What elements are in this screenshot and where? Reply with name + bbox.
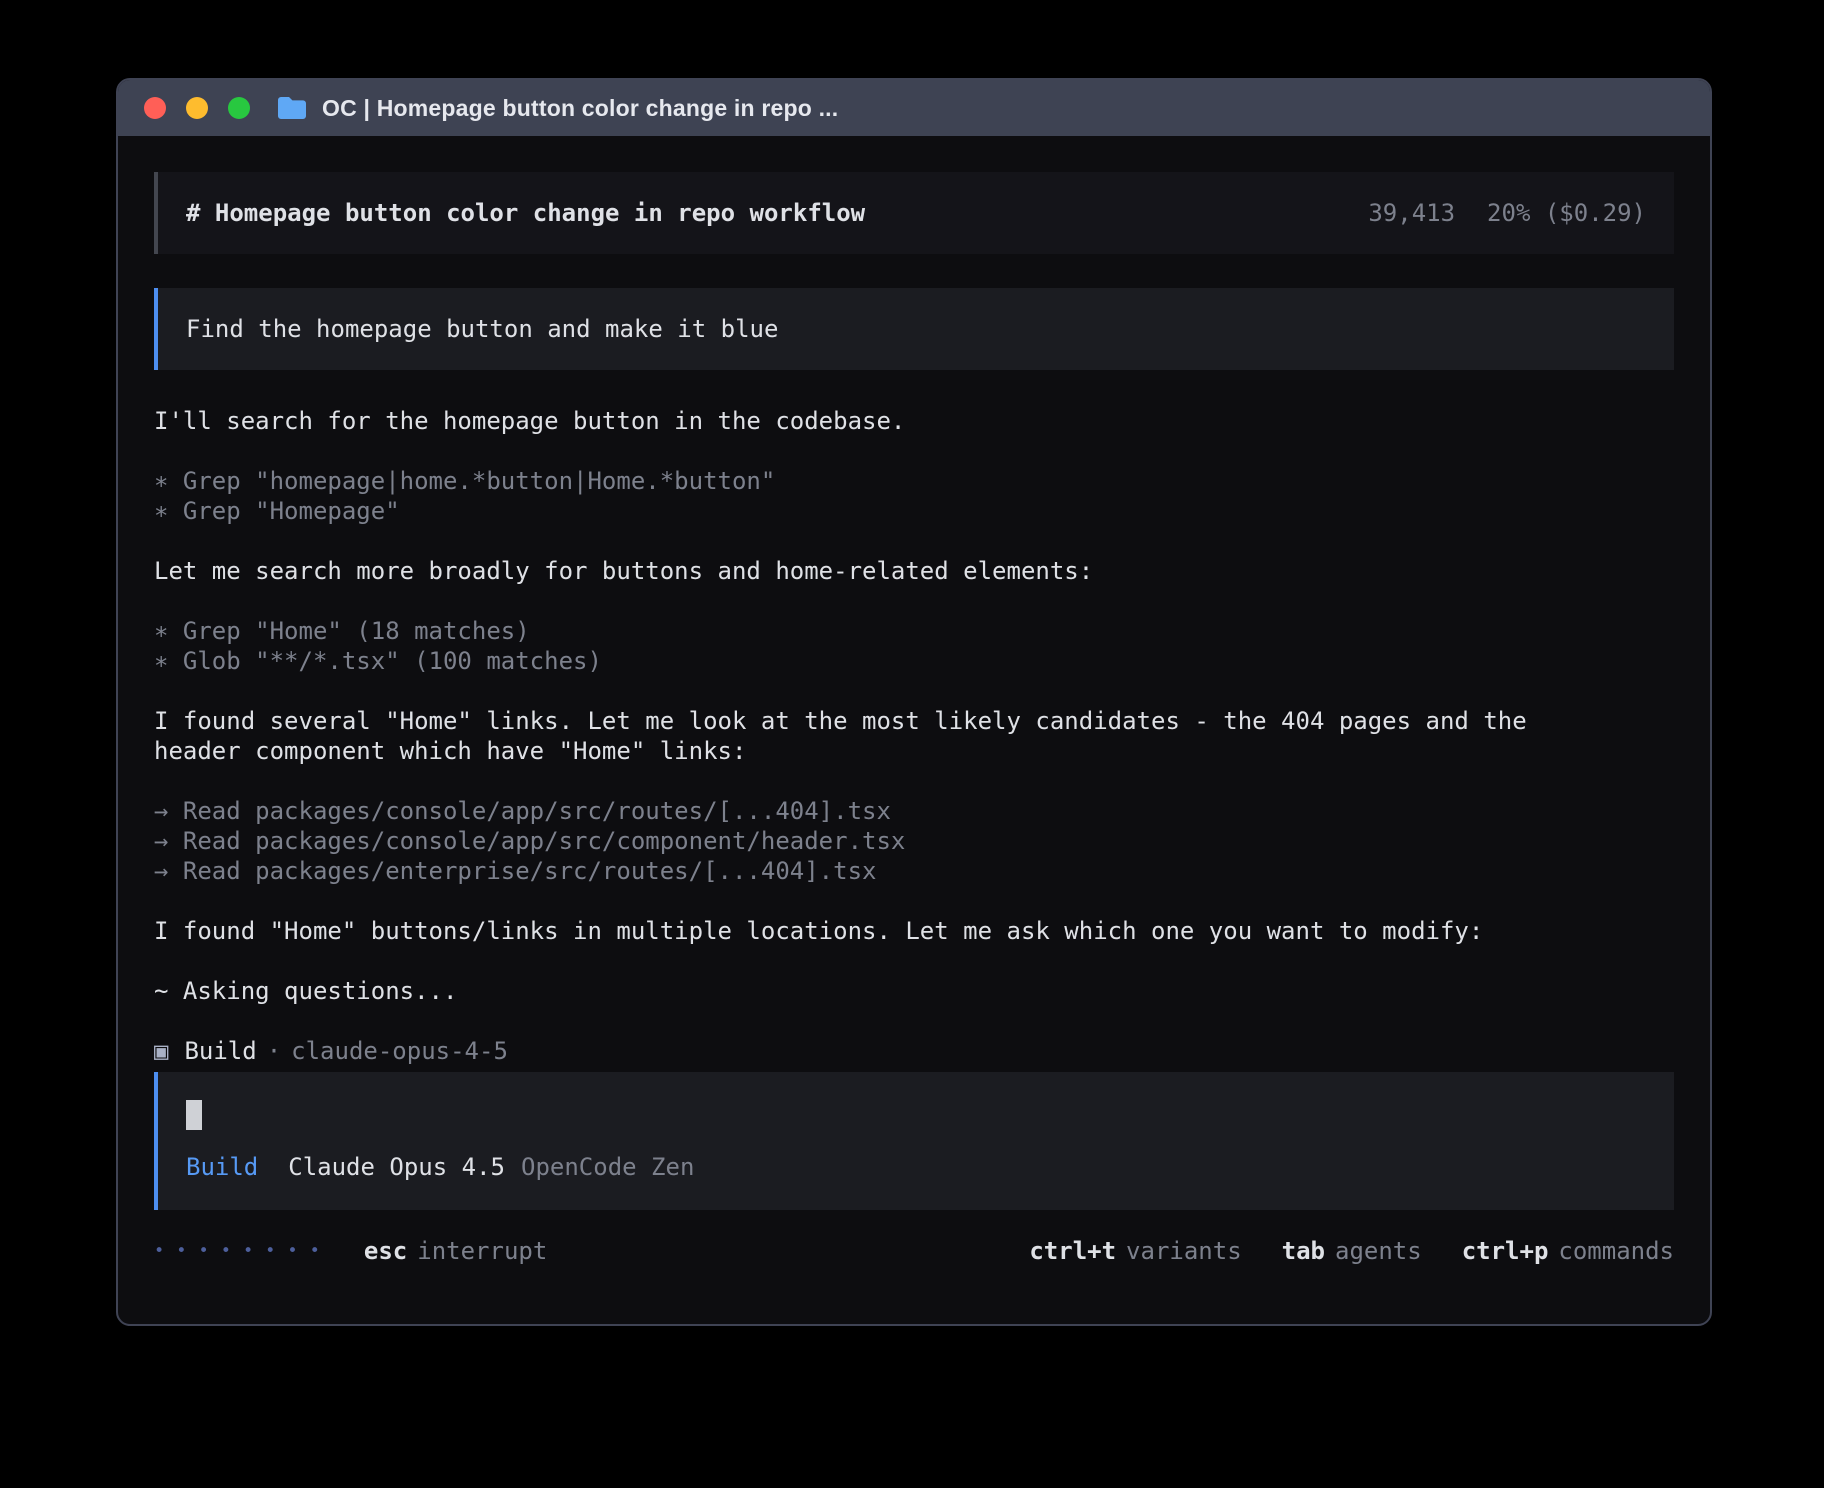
agent-name: Build: [184, 1037, 256, 1065]
read-file-line: → Read packages/enterprise/src/routes/[.…: [154, 856, 1674, 886]
shortcut-commands: ctrl+pcommands: [1462, 1236, 1674, 1266]
user-message: Find the homepage button and make it blu…: [154, 288, 1674, 370]
tool-call-line: ∗ Glob "**/*.tsx" (100 matches): [154, 646, 1674, 676]
tool-call-line: ∗ Grep "Homepage": [154, 496, 1674, 526]
esc-key: esc: [364, 1237, 407, 1265]
tool-call-group: → Read packages/console/app/src/routes/[…: [154, 796, 1674, 886]
terminal-window: OC | Homepage button color change in rep…: [116, 78, 1712, 1326]
session-stats: 39,413 20% ($0.29): [1368, 198, 1646, 228]
agent-icon: ▣: [154, 1037, 168, 1065]
shortcut-variants: ctrl+tvariants: [1029, 1236, 1241, 1266]
titlebar[interactable]: OC | Homepage button color change in rep…: [118, 80, 1710, 136]
terminal-content: # Homepage button color change in repo w…: [118, 136, 1710, 1294]
session-header: # Homepage button color change in repo w…: [154, 172, 1674, 254]
input-mode: Build: [186, 1153, 258, 1181]
tool-call-line: ∗ Grep "Home" (18 matches): [154, 616, 1674, 646]
spinner-dots: ••••••••: [154, 1236, 332, 1266]
agent-status-line: ▣ Build · claude-opus-4-5: [154, 1036, 1674, 1066]
status-bar: •••••••• esc interrupt ctrl+tvariants tab…: [154, 1236, 1674, 1266]
read-file-line: → Read packages/console/app/src/routes/[…: [154, 796, 1674, 826]
assistant-message: I found "Home" buttons/links in multiple…: [154, 916, 1674, 946]
input-line[interactable]: [186, 1100, 1646, 1130]
assistant-message: I'll search for the homepage button in t…: [154, 406, 1674, 436]
model-name: claude-opus-4-5: [291, 1037, 508, 1065]
context-usage: 20% ($0.29): [1487, 198, 1646, 228]
tool-call-line: ∗ Grep "homepage|home.*button|Home.*butt…: [154, 466, 1674, 496]
user-message-text: Find the homepage button and make it blu…: [186, 315, 778, 343]
text-cursor: [186, 1100, 202, 1130]
zoom-button[interactable]: [228, 97, 250, 119]
separator-dot: ·: [267, 1037, 281, 1065]
tool-call-group: ∗ Grep "homepage|home.*button|Home.*butt…: [154, 466, 1674, 526]
shortcut-agents: tabagents: [1282, 1236, 1422, 1266]
traffic-lights: [144, 97, 250, 119]
assistant-message: Let me search more broadly for buttons a…: [154, 556, 1674, 586]
input-model: Claude Opus 4.5: [288, 1153, 505, 1181]
window-title: OC | Homepage button color change in rep…: [322, 95, 838, 122]
read-file-line: → Read packages/console/app/src/componen…: [154, 826, 1674, 856]
folder-icon: [276, 95, 308, 121]
input-meta: Build Claude Opus 4.5 OpenCode Zen: [186, 1152, 1646, 1182]
session-title: # Homepage button color change in repo w…: [186, 198, 865, 228]
close-button[interactable]: [144, 97, 166, 119]
token-count: 39,413: [1368, 198, 1455, 228]
shortcut-interrupt: esc interrupt: [364, 1236, 547, 1266]
minimize-button[interactable]: [186, 97, 208, 119]
tool-call-group: ∗ Grep "Home" (18 matches) ∗ Glob "**/*.…: [154, 616, 1674, 676]
assistant-message: I found several "Home" links. Let me loo…: [154, 706, 1604, 766]
activity-indicator: ~ Asking questions...: [154, 976, 1674, 1006]
input-provider: OpenCode Zen: [521, 1153, 694, 1181]
prompt-input[interactable]: Build Claude Opus 4.5 OpenCode Zen: [154, 1072, 1674, 1210]
esc-label: interrupt: [417, 1237, 547, 1265]
